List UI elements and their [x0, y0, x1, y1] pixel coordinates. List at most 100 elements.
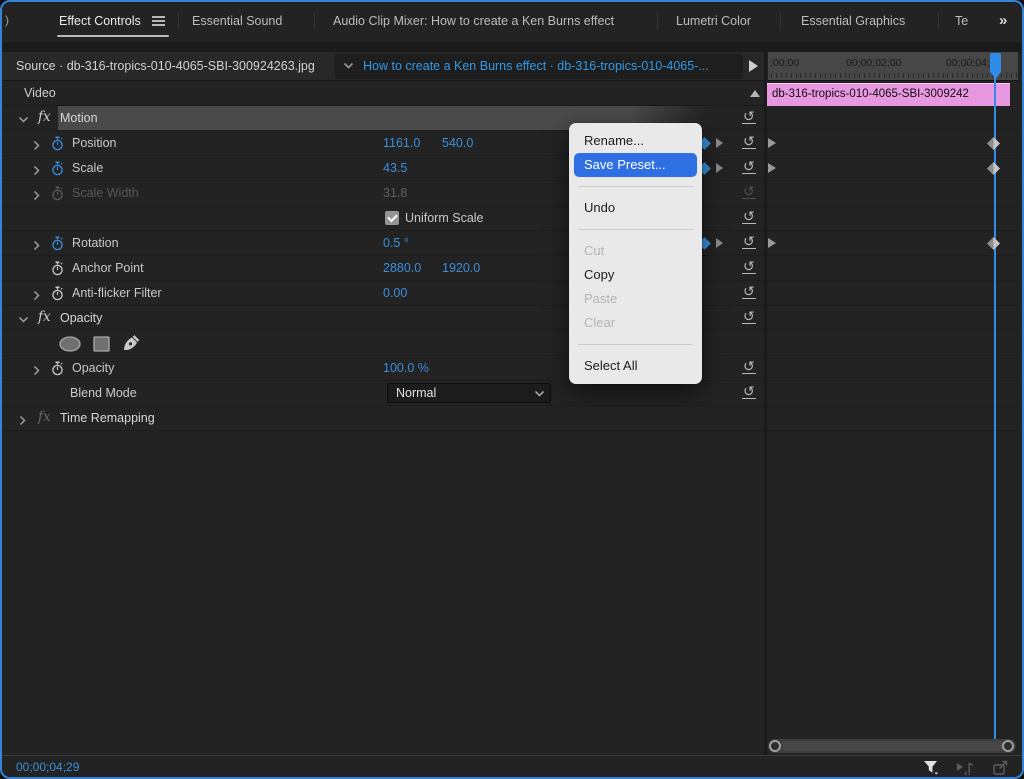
keyframe-start-icon[interactable]	[768, 138, 776, 148]
menu-item-undo[interactable]: Undo	[574, 196, 697, 220]
play-audio-icon[interactable]	[956, 759, 976, 775]
reset-parameter-button[interactable]: ↺	[742, 259, 756, 274]
tab-te[interactable]: Te	[955, 14, 968, 28]
play-icon[interactable]	[749, 60, 758, 72]
ellipse-mask-icon[interactable]	[58, 335, 82, 358]
next-keyframe-icon[interactable]	[716, 238, 723, 248]
keyframe-icon[interactable]	[987, 237, 1000, 250]
property-value[interactable]: 540.0	[442, 136, 473, 150]
ruler-tick	[937, 73, 939, 78]
keyframe-icon[interactable]	[987, 137, 1000, 150]
tab-divider	[314, 12, 315, 30]
row-anchor-point: Anchor Point 2880.0 1920.0 ↺	[2, 256, 1018, 281]
property-value[interactable]: 1920.0	[442, 261, 480, 275]
source-clip-label: Source · db-316-tropics-010-4065-SBI-300…	[16, 59, 315, 73]
ruler-tick	[824, 73, 826, 78]
property-value[interactable]: 43.5	[383, 161, 407, 175]
twirl-closed-icon[interactable]	[18, 413, 28, 426]
property-value[interactable]: 100.0 %	[383, 361, 429, 375]
row-opacity: fx Opacity ↺	[2, 306, 1018, 331]
stopwatch-icon[interactable]	[51, 261, 64, 281]
fx-badge-icon[interactable]: fx	[38, 109, 51, 125]
twirl-closed-icon[interactable]	[32, 363, 42, 376]
filter-icon[interactable]	[922, 758, 940, 776]
stopwatch-icon[interactable]	[51, 186, 64, 206]
collapse-up-icon[interactable]	[750, 90, 760, 97]
next-keyframe-icon[interactable]	[716, 138, 723, 148]
menu-item-copy[interactable]: Copy	[574, 263, 697, 287]
sequence-link[interactable]: How to create a Ken Burns effect · db-31…	[363, 59, 709, 73]
twirl-open-icon[interactable]	[18, 313, 29, 323]
tab-essential-graphics[interactable]: Essential Graphics	[801, 14, 905, 28]
ruler-tick	[829, 73, 831, 78]
twirl-open-icon[interactable]	[18, 113, 29, 123]
uniform-scale-checkbox[interactable]	[385, 211, 399, 225]
tab-overflow-icon[interactable]: »	[999, 12, 1007, 29]
row-motion: fx Motion ↺	[2, 106, 1018, 131]
stopwatch-icon[interactable]	[51, 136, 64, 156]
current-timecode[interactable]: 00;00;04;29	[16, 760, 79, 774]
property-value[interactable]: 31.8	[383, 186, 407, 200]
menu-item-paste: Paste	[584, 291, 618, 306]
menu-item-select-all[interactable]: Select All	[574, 354, 697, 378]
export-icon[interactable]	[992, 759, 1010, 776]
timeline-ruler[interactable]: ;00;00 00;00;02;00 00;00;04;00	[768, 52, 1018, 81]
stopwatch-icon[interactable]	[51, 361, 64, 381]
timeline-clip[interactable]: db-316-tropics-010-4065-SBI-3009242	[767, 83, 1010, 106]
stopwatch-icon[interactable]	[51, 236, 64, 256]
ruler-timecode: 00;00;02;00	[846, 57, 902, 69]
menu-item-save-preset[interactable]: Save Preset...	[574, 153, 697, 177]
twirl-closed-icon[interactable]	[32, 188, 42, 201]
twirl-closed-icon[interactable]	[32, 138, 42, 151]
twirl-closed-icon[interactable]	[32, 238, 42, 251]
row-scale: Scale 43.5 ↺	[2, 156, 1018, 181]
tab-effect-controls[interactable]: Effect Controls	[59, 14, 141, 28]
row-rotation: Rotation 0.5 ° ↺	[2, 231, 1018, 256]
sequence-selector[interactable]: How to create a Ken Burns effect · db-31…	[335, 54, 743, 79]
pen-mask-icon[interactable]	[121, 334, 141, 358]
reset-parameter-button[interactable]: ↺	[742, 134, 756, 149]
reset-parameter-button[interactable]: ↺	[742, 309, 756, 324]
chevron-down-icon	[534, 390, 545, 397]
property-label: Scale Width	[72, 186, 139, 200]
keyframe-icon[interactable]	[987, 162, 1000, 175]
dropdown-label: Blend Mode	[70, 386, 137, 400]
reset-parameter-button[interactable]: ↺	[742, 209, 756, 224]
timeline-zoom-scrollbar-thumb[interactable]	[781, 741, 1005, 751]
reset-parameter-button[interactable]: ↺	[742, 159, 756, 174]
ruler-tick	[839, 73, 841, 78]
next-keyframe-icon[interactable]	[716, 163, 723, 173]
property-value[interactable]: 0.00	[383, 286, 407, 300]
fx-badge-icon[interactable]: fx	[38, 309, 51, 325]
ruler-tick	[775, 73, 777, 78]
blend-mode-dropdown[interactable]: Normal	[387, 383, 551, 403]
property-value[interactable]: 1161.0	[383, 136, 420, 150]
tab-essential-sound[interactable]: Essential Sound	[192, 14, 282, 28]
keyframe-start-icon[interactable]	[768, 163, 776, 173]
panel-splitter[interactable]	[764, 52, 767, 755]
stopwatch-icon[interactable]	[51, 161, 64, 181]
zoom-handle-right[interactable]	[1002, 740, 1014, 752]
reset-parameter-button[interactable]: ↺	[742, 284, 756, 299]
menu-item-rename[interactable]: Rename...	[574, 129, 697, 153]
property-value[interactable]: 2880.0	[383, 261, 421, 275]
twirl-closed-icon[interactable]	[32, 163, 42, 176]
tab-audio-clip-mixer-how-to-create-a-ken-burns-effect[interactable]: Audio Clip Mixer: How to create a Ken Bu…	[333, 14, 614, 28]
ruler-tick	[932, 73, 934, 78]
tab-lumetri-color[interactable]: Lumetri Color	[676, 14, 751, 28]
effect-name: Opacity	[60, 311, 103, 325]
reset-parameter-button[interactable]: ↺	[742, 184, 756, 199]
zoom-handle-left[interactable]	[769, 740, 781, 752]
twirl-closed-icon[interactable]	[32, 288, 42, 301]
reset-parameter-button[interactable]: ↺	[742, 359, 756, 374]
reset-parameter-button[interactable]: ↺	[742, 234, 756, 249]
panel-menu-icon[interactable]	[152, 16, 165, 27]
stopwatch-icon[interactable]	[51, 286, 64, 306]
reset-parameter-button[interactable]: ↺	[742, 109, 756, 124]
property-label: Rotation	[72, 236, 119, 250]
rectangle-mask-icon[interactable]	[92, 335, 111, 358]
property-value[interactable]: 0.5 °	[383, 236, 409, 250]
keyframe-start-icon[interactable]	[768, 238, 776, 248]
reset-parameter-button[interactable]: ↺	[742, 384, 756, 399]
fx-badge-icon[interactable]: fx	[38, 409, 51, 425]
